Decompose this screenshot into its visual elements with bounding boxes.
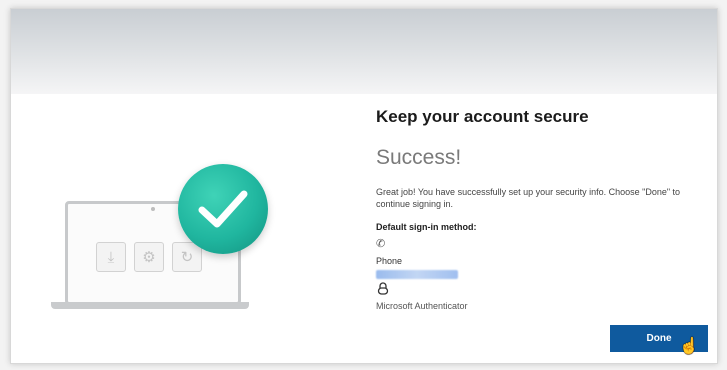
settings-icon: ⚙ [134, 242, 164, 272]
header-band [11, 9, 717, 94]
success-check-icon [178, 164, 268, 254]
setup-dialog: ⤓ ⚙ ↻ Keep your account secure Success! … [10, 8, 718, 364]
camera-dot [151, 207, 155, 211]
method-authenticator-label: Microsoft Authenticator [376, 301, 468, 311]
authenticator-lock-icon [377, 282, 389, 298]
success-heading: Success! [376, 146, 462, 169]
phone-icon: ✆ [376, 238, 386, 250]
download-icon: ⤓ [96, 242, 126, 272]
method-phone-label: Phone [376, 256, 403, 266]
default-method-heading: Default sign-in method: [376, 222, 477, 232]
hand-cursor-icon: ☝ [679, 338, 699, 355]
page-title: Keep your account secure [376, 107, 589, 126]
phone-number-redacted [376, 270, 458, 279]
laptop-base [51, 302, 249, 309]
success-description: Great job! You have successfully set up … [376, 187, 681, 209]
